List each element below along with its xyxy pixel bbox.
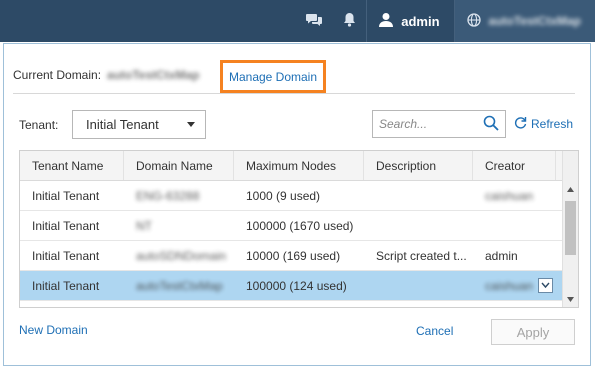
table-row-selected[interactable]: Initial Tenant autoTestCtxMap 100000 (12…	[20, 271, 578, 301]
bell-icon	[343, 12, 356, 30]
column-header-tenant-name[interactable]: Tenant Name	[20, 151, 124, 180]
username-label: admin	[401, 13, 440, 29]
cell-domain: ENG-63288	[136, 188, 200, 203]
column-header-maximum-nodes[interactable]: Maximum Nodes	[234, 151, 364, 180]
table-scrollbar[interactable]	[562, 151, 578, 307]
table-row[interactable]: Initial Tenant autoSDNDomain 10000 (169 …	[20, 241, 578, 271]
scroll-up-icon[interactable]	[563, 182, 578, 197]
column-header-creator[interactable]: Creator	[473, 151, 556, 180]
cell-max-nodes: 100000 (124 used)	[246, 278, 347, 293]
cell-max-nodes: 100000 (1670 used)	[246, 218, 354, 233]
scroll-down-icon[interactable]	[563, 292, 578, 307]
user-menu[interactable]: admin	[367, 0, 453, 42]
search-icon[interactable]	[483, 115, 499, 134]
user-icon	[379, 12, 394, 30]
refresh-label: Refresh	[531, 117, 574, 131]
chat-button[interactable]	[295, 0, 333, 42]
tenant-selected-value: Initial Tenant	[86, 117, 159, 132]
cell-description	[364, 271, 473, 300]
cell-max-nodes: 1000 (9 used)	[246, 188, 321, 203]
column-header-domain-name[interactable]: Domain Name	[124, 151, 234, 180]
notifications-button[interactable]	[333, 0, 366, 42]
tenant-label: Tenant:	[19, 118, 59, 132]
cell-tenant: Initial Tenant	[32, 218, 100, 233]
cell-max-nodes: 10000 (169 used)	[246, 248, 341, 263]
chevron-down-icon	[187, 122, 195, 127]
creator-value: caishuan	[485, 278, 534, 293]
domain-dialog: Current Domain: autoTestCtxMap Manage Do…	[3, 43, 591, 366]
cell-domain: autoSDNDomain	[136, 248, 227, 263]
refresh-button[interactable]: Refresh	[514, 116, 573, 132]
tenant-select[interactable]: Initial Tenant	[72, 110, 206, 139]
scrollbar-thumb[interactable]	[565, 201, 576, 255]
cell-domain: NT	[136, 218, 152, 233]
manage-domain-link[interactable]: Manage Domain	[220, 60, 326, 93]
row-checkbox[interactable]	[538, 278, 553, 293]
current-domain-value: autoTestCtxMap	[107, 68, 200, 82]
refresh-icon	[514, 116, 527, 132]
apply-button[interactable]: Apply	[491, 319, 575, 345]
cancel-button[interactable]: Cancel	[416, 324, 453, 338]
domain-switcher[interactable]: autoTestCtxMap	[454, 0, 595, 42]
cell-tenant: Initial Tenant	[32, 188, 100, 203]
column-header-description[interactable]: Description	[364, 151, 473, 180]
divider	[13, 93, 575, 94]
table-header: Tenant Name Domain Name Maximum Nodes De…	[20, 151, 578, 181]
current-domain-name: autoTestCtxMap	[488, 14, 581, 28]
cell-creator: admin	[485, 248, 518, 263]
domain-table: Tenant Name Domain Name Maximum Nodes De…	[19, 150, 579, 308]
table-row[interactable]: Initial Tenant ENG-63288 1000 (9 used) c…	[20, 181, 578, 211]
current-domain-row: Current Domain: autoTestCtxMap	[13, 68, 199, 82]
search-box[interactable]	[372, 110, 506, 138]
cell-domain: autoTestCtxMap	[136, 278, 223, 293]
top-navigation-bar: admin autoTestCtxMap	[0, 0, 595, 42]
new-domain-link[interactable]: New Domain	[19, 323, 88, 337]
cell-creator: caishuan	[485, 188, 534, 203]
globe-icon	[466, 12, 481, 30]
cell-description	[364, 211, 473, 240]
cell-tenant: Initial Tenant	[32, 278, 100, 293]
cell-creator	[473, 211, 556, 240]
search-input[interactable]	[379, 117, 479, 131]
cell-description	[364, 181, 473, 210]
table-row[interactable]: Initial Tenant NT 100000 (1670 used)	[20, 211, 578, 241]
current-domain-label: Current Domain:	[13, 68, 102, 82]
cell-creator: caishuan	[473, 271, 556, 300]
chat-bubbles-icon	[305, 12, 323, 30]
cell-description: Script created t...	[376, 248, 467, 263]
cell-tenant: Initial Tenant	[32, 248, 100, 263]
